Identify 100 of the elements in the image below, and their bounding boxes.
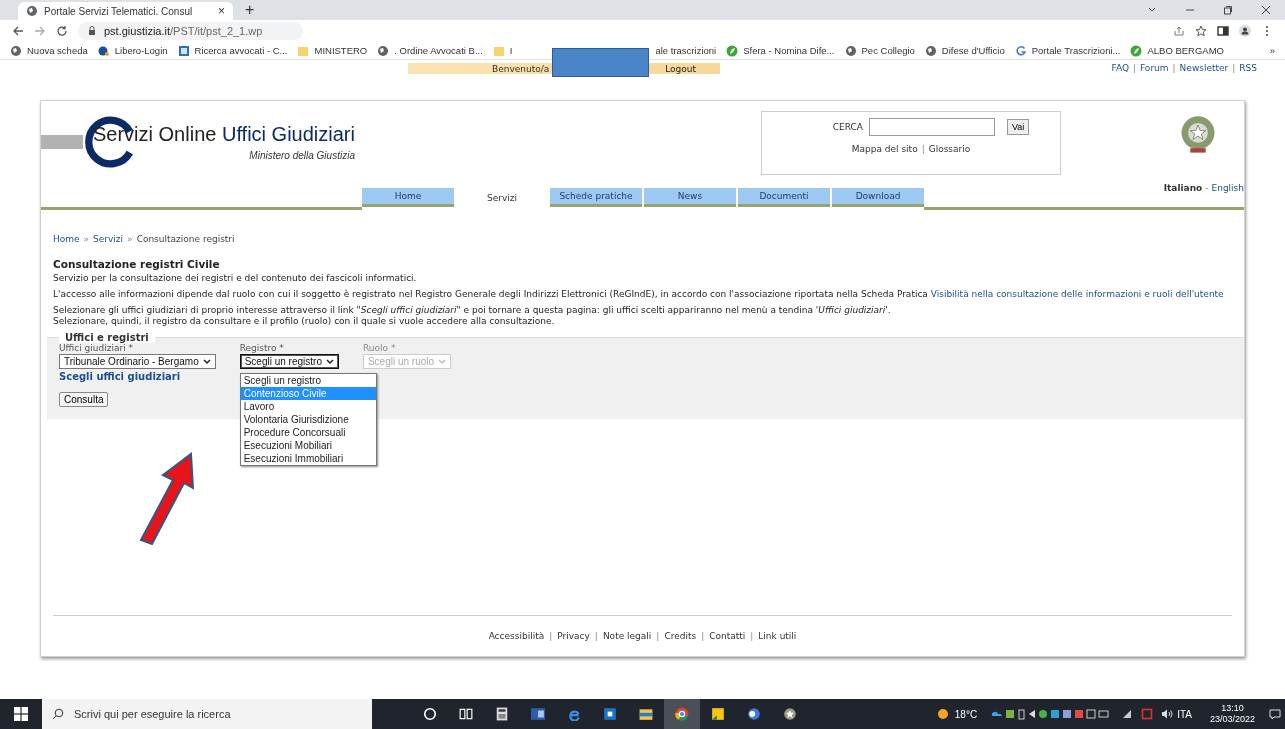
dropdown-option[interactable]: Esecuzioni Mobiliari xyxy=(240,439,376,452)
dropdown-option[interactable]: Scegli un registro xyxy=(240,374,376,387)
input-language-text[interactable]: ITA xyxy=(1177,708,1192,720)
star-icon[interactable] xyxy=(1195,25,1207,37)
separator-text: | xyxy=(1132,63,1136,73)
task-view-icon[interactable] xyxy=(459,707,473,721)
emblem-icon[interactable] xyxy=(783,707,797,721)
bookmark[interactable]: ALBO BERGAMO xyxy=(1130,44,1224,57)
security-icon[interactable] xyxy=(1141,708,1154,720)
top-link[interactable]: RSS xyxy=(1239,63,1257,73)
footer-link[interactable]: Accessibilità xyxy=(488,631,545,641)
chrome-icon[interactable] xyxy=(675,707,689,721)
nav-tab[interactable]: Download xyxy=(832,188,924,207)
top-link[interactable]: FAQ xyxy=(1111,63,1129,73)
separator-text: | xyxy=(750,631,754,641)
field-label: Uffici giudiziari * xyxy=(59,343,134,353)
bookmark[interactable]: Sfera - Nomina Dife... xyxy=(726,44,835,57)
site-title-accent: Uffici Giudiziari xyxy=(221,123,355,145)
dropdown-option[interactable]: Lavoro xyxy=(240,400,376,413)
bookmark[interactable]: Ricerca avvocati - C... xyxy=(177,44,288,57)
close-icon[interactable] xyxy=(1261,5,1271,15)
close-tab-button[interactable]: × xyxy=(218,4,225,18)
circle-icon[interactable] xyxy=(423,707,437,721)
search-icon xyxy=(52,708,64,720)
separator-text: - xyxy=(1205,183,1209,193)
reload-icon[interactable] xyxy=(56,25,68,37)
site-link[interactable]: Mappa del sito xyxy=(851,144,918,154)
calculator-icon[interactable] xyxy=(495,707,509,721)
taskbar-search-field[interactable]: Scrivi qui per eseguire la ricerca xyxy=(42,699,372,729)
search-field[interactable] xyxy=(868,118,995,136)
edge-icon[interactable] xyxy=(567,707,581,721)
dropdown-option[interactable]: Esecuzioni Immobiliari xyxy=(240,452,376,465)
share-icon[interactable] xyxy=(1173,25,1185,37)
file-explorer-icon[interactable] xyxy=(639,707,653,721)
restore-icon[interactable] xyxy=(1223,5,1233,15)
caret-icon xyxy=(202,358,211,365)
bookmark[interactable]: I xyxy=(492,44,513,57)
clock[interactable]: 13:10 23/03/2022 xyxy=(1209,703,1255,725)
dropdown-option[interactable]: Procedure Concorsuali xyxy=(240,426,376,439)
separator-text: | xyxy=(701,631,705,641)
notification-icon[interactable] xyxy=(1269,708,1281,720)
bookmark[interactable]: MINISTERO xyxy=(297,44,368,57)
speaker-icon[interactable] xyxy=(1161,708,1174,720)
footer-link[interactable]: Contatti xyxy=(709,631,746,641)
separator-text: | xyxy=(921,144,925,154)
nav-tab[interactable]: Documenti xyxy=(738,188,830,207)
search-button[interactable]: Vai xyxy=(1006,119,1030,135)
footer-link[interactable]: Link utili xyxy=(758,631,797,641)
back-icon[interactable] xyxy=(12,25,24,37)
globe-icon xyxy=(924,44,937,57)
breadcrumb-link[interactable]: Home xyxy=(53,234,80,244)
visibility-link[interactable]: Visibilità nella consultazione delle informazioni e ruoli dell'utente xyxy=(930,289,1224,299)
top-link[interactable]: Newsletter xyxy=(1179,63,1229,73)
field-label: Ruolo * xyxy=(362,343,397,353)
browser-tab[interactable]: Portale Servizi Telematici. Consul × xyxy=(18,2,233,20)
site-link[interactable]: Glossario xyxy=(928,144,971,154)
bookmark[interactable]: . Ordine Avvocati B... xyxy=(377,44,483,57)
nav-tab[interactable]: Schede pratiche xyxy=(550,188,642,207)
field-label: Registro * xyxy=(239,343,285,353)
windows-start-icon[interactable] xyxy=(14,707,28,721)
profile-icon[interactable] xyxy=(1239,25,1251,37)
breadcrumb-link[interactable]: Servizi xyxy=(93,234,124,244)
footer-link[interactable]: Privacy xyxy=(557,631,590,641)
side-panel-icon[interactable] xyxy=(1217,25,1229,37)
bookmark[interactable]: ale trascrizioni xyxy=(655,45,717,56)
logout-link[interactable]: Logout xyxy=(665,63,696,74)
consulta-button[interactable]: Consulta xyxy=(59,392,109,407)
tray-icons-drawing[interactable] xyxy=(991,708,1112,720)
language-link[interactable]: English xyxy=(1211,183,1244,193)
more-bookmarks-button[interactable]: » xyxy=(1269,45,1275,56)
badge-icon xyxy=(177,44,190,57)
caret-icon xyxy=(325,358,334,365)
bookmark[interactable]: Libero-Login xyxy=(97,44,168,57)
leaf-circle-icon xyxy=(1130,44,1143,57)
footer-link[interactable]: Note legali xyxy=(602,631,652,641)
dropdown-option[interactable]: Volontaria Giurisdizione xyxy=(240,413,376,426)
new-tab-button[interactable]: + xyxy=(245,1,255,19)
dropdown-field[interactable]: Tribunale Ordinario - Bergamo xyxy=(59,354,216,369)
nav-tab[interactable]: Home xyxy=(362,188,454,207)
language-link[interactable]: Italiano xyxy=(1163,183,1203,193)
choose-offices-link[interactable]: Scegli uffici giudiziari xyxy=(59,371,216,382)
bookmark[interactable]: Difese d'Ufficio xyxy=(924,44,1005,57)
bookmark[interactable]: Pec Collegio xyxy=(844,44,915,57)
sun-icon[interactable] xyxy=(936,708,949,720)
nav-tab[interactable]: News xyxy=(644,188,736,207)
globe-icon xyxy=(10,44,22,57)
word-icon[interactable] xyxy=(531,707,545,721)
form-legend: Uffici e registri xyxy=(59,332,155,343)
intro-text: Servizio per la consultazione dei registri e del contenuto dei fascicoli informatici. xyxy=(53,273,418,284)
bookmark[interactable]: Nuova scheda xyxy=(10,44,88,57)
sticky-note-icon[interactable] xyxy=(711,707,725,721)
dropdown-field[interactable]: Scegli un registro xyxy=(239,354,339,369)
bookmark[interactable]: Portale Trascrizioni... xyxy=(1014,44,1121,57)
search-label: CERCA xyxy=(832,122,863,132)
network-icon[interactable] xyxy=(1121,708,1134,720)
g-logo-icon xyxy=(1014,44,1027,57)
footer-link[interactable]: Credits xyxy=(664,631,697,641)
top-link[interactable]: Forum xyxy=(1140,63,1169,73)
address-field[interactable]: pst.giustizia.it/PST/it/pst_2_1.wp xyxy=(78,22,303,40)
separator-text: | xyxy=(549,631,553,641)
